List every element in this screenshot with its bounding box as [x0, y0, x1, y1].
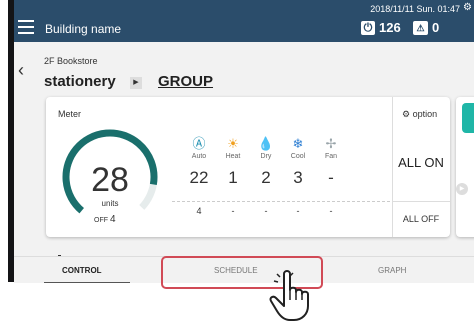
option-button[interactable]: ⚙ option [402, 109, 437, 120]
mode-count: - [328, 168, 334, 187]
pointing-hand-icon [269, 270, 309, 321]
mode-count: 22 [189, 168, 209, 187]
sun-icon: ☀ [227, 136, 239, 151]
mode-fan[interactable]: ✢ Fan - - [316, 136, 346, 217]
meter-off: OFF 4 [94, 214, 116, 225]
play-icon[interactable]: ▶ [130, 77, 142, 89]
mode-count: 2 [261, 168, 271, 187]
mode-off: - [329, 206, 333, 216]
gear-icon: ⚙ [402, 109, 411, 119]
meter-title: Meter [58, 109, 82, 119]
power-count: 126 [379, 20, 401, 35]
next-card-header [462, 103, 474, 133]
mode-off: - [264, 206, 268, 216]
auto-mode-icon: Ⓐ [192, 136, 206, 151]
meter-value: 28 [91, 161, 129, 199]
tab-graph[interactable]: GRAPH [378, 266, 406, 275]
mode-label: Heat [225, 153, 241, 160]
group-link[interactable]: GROUP [158, 73, 213, 90]
droplet-icon: 💧 [257, 136, 275, 151]
mode-label: Dry [260, 153, 272, 160]
meter-unit: units [101, 199, 119, 208]
alert-count: 0 [432, 20, 440, 35]
mode-label: Fan [324, 153, 338, 160]
breadcrumb-floor: 2F Bookstore [44, 56, 98, 66]
meter-card: Meter 28 units OFF 4 Ⓐ Auto 22 4 ☀ Heat … [46, 97, 450, 237]
location-title: stationery [44, 73, 116, 90]
datetime: 2018/11/11 Sun. 01:47 [370, 4, 460, 14]
warning-icon[interactable]: ⚠ [413, 21, 428, 35]
app-screen: Building name 2018/11/11 Sun. 01:47 ⚙ ⏻ … [14, 0, 474, 283]
all-on-button[interactable]: ALL ON [392, 155, 450, 170]
mode-off: - [296, 206, 300, 216]
mode-off: 4 [196, 206, 202, 216]
option-label: option [412, 109, 438, 119]
gear-icon[interactable]: ⚙ [463, 2, 472, 13]
meter-off-count: 4 [109, 214, 116, 225]
next-card-peek[interactable]: ▶ [456, 97, 474, 237]
mode-label: Cool [290, 153, 306, 160]
divider [392, 201, 450, 202]
snowflake-icon: ❄ [292, 136, 304, 151]
tab-control[interactable]: CONTROL [62, 266, 102, 275]
meter-off-label: OFF [94, 217, 108, 224]
fan-icon: ✢ [325, 136, 337, 151]
power-icon[interactable]: ⏻ [361, 21, 375, 35]
hamburger-menu-icon[interactable] [18, 20, 34, 34]
active-tab-indicator [44, 282, 130, 283]
mode-count: 1 [228, 168, 238, 187]
mode-heat[interactable]: ☀ Heat 1 - [218, 136, 248, 217]
mode-label: Auto [191, 153, 207, 160]
divider [172, 201, 390, 202]
back-arrow-icon[interactable]: ‹ [18, 60, 24, 81]
mode-off: - [231, 206, 235, 216]
building-name[interactable]: Building name [45, 22, 121, 36]
all-off-button[interactable]: ALL OFF [392, 214, 450, 224]
mode-cool[interactable]: ❄ Cool 3 - [283, 136, 313, 217]
top-bar: Building name 2018/11/11 Sun. 01:47 ⚙ ⏻ … [14, 0, 474, 42]
mode-dry[interactable]: 💧 Dry 2 - [251, 136, 281, 217]
mode-auto[interactable]: Ⓐ Auto 22 4 [184, 136, 214, 217]
mode-count: 3 [293, 168, 303, 187]
play-circle-icon: ▶ [456, 183, 468, 195]
